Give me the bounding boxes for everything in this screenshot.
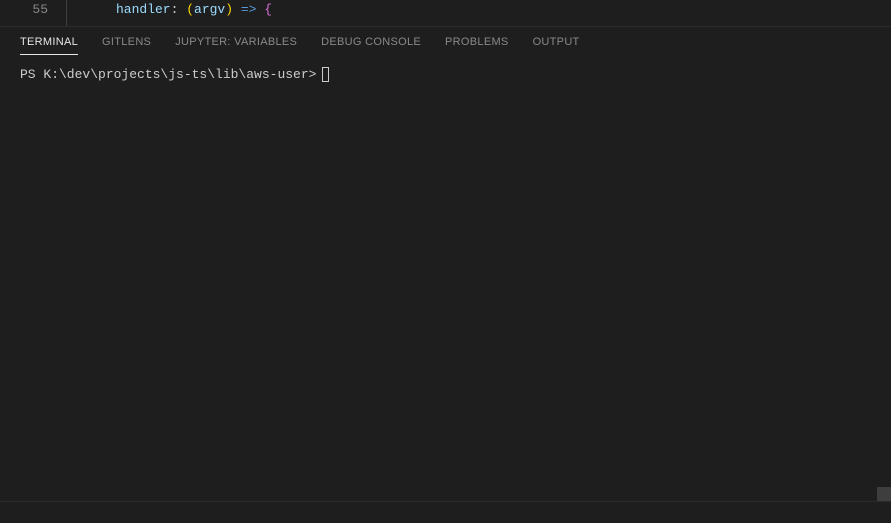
line-number: 55 [0, 0, 66, 17]
terminal-cursor [322, 67, 329, 82]
token-property: handler [116, 2, 171, 17]
glyph-margin [66, 0, 86, 26]
token-param: argv [194, 2, 225, 17]
code-line: handler: (argv) => { [116, 2, 272, 17]
tab-gitlens[interactable]: GITLENS [102, 32, 151, 55]
panel-tabs: TERMINAL GITLENS JUPYTER: VARIABLES DEBU… [0, 27, 891, 59]
status-bar[interactable] [0, 501, 891, 523]
terminal-prompt: PS K:\dev\projects\js-ts\lib\aws-user> [20, 67, 316, 82]
tab-jupyter-variables[interactable]: JUPYTER: VARIABLES [175, 32, 297, 55]
token-space [233, 2, 241, 17]
tab-problems[interactable]: PROBLEMS [445, 32, 509, 55]
tab-debug-console[interactable]: DEBUG CONSOLE [321, 32, 421, 55]
editor-gutter: 55 [0, 0, 66, 26]
token-arrow: => [241, 2, 257, 17]
token-rparen: ) [225, 2, 233, 17]
token-colon: : [171, 2, 187, 17]
panel-container: TERMINAL GITLENS JUPYTER: VARIABLES DEBU… [0, 26, 891, 90]
editor-area: 55 handler: (argv) => { [0, 0, 891, 26]
tab-terminal[interactable]: TERMINAL [20, 32, 78, 55]
tab-output[interactable]: OUTPUT [533, 32, 580, 55]
token-lparen: ( [186, 2, 194, 17]
code-content[interactable]: handler: (argv) => { [86, 0, 272, 26]
terminal-content[interactable]: PS K:\dev\projects\js-ts\lib\aws-user> [0, 59, 891, 90]
scrollbar-corner[interactable] [877, 487, 891, 501]
token-brace: { [264, 2, 272, 17]
